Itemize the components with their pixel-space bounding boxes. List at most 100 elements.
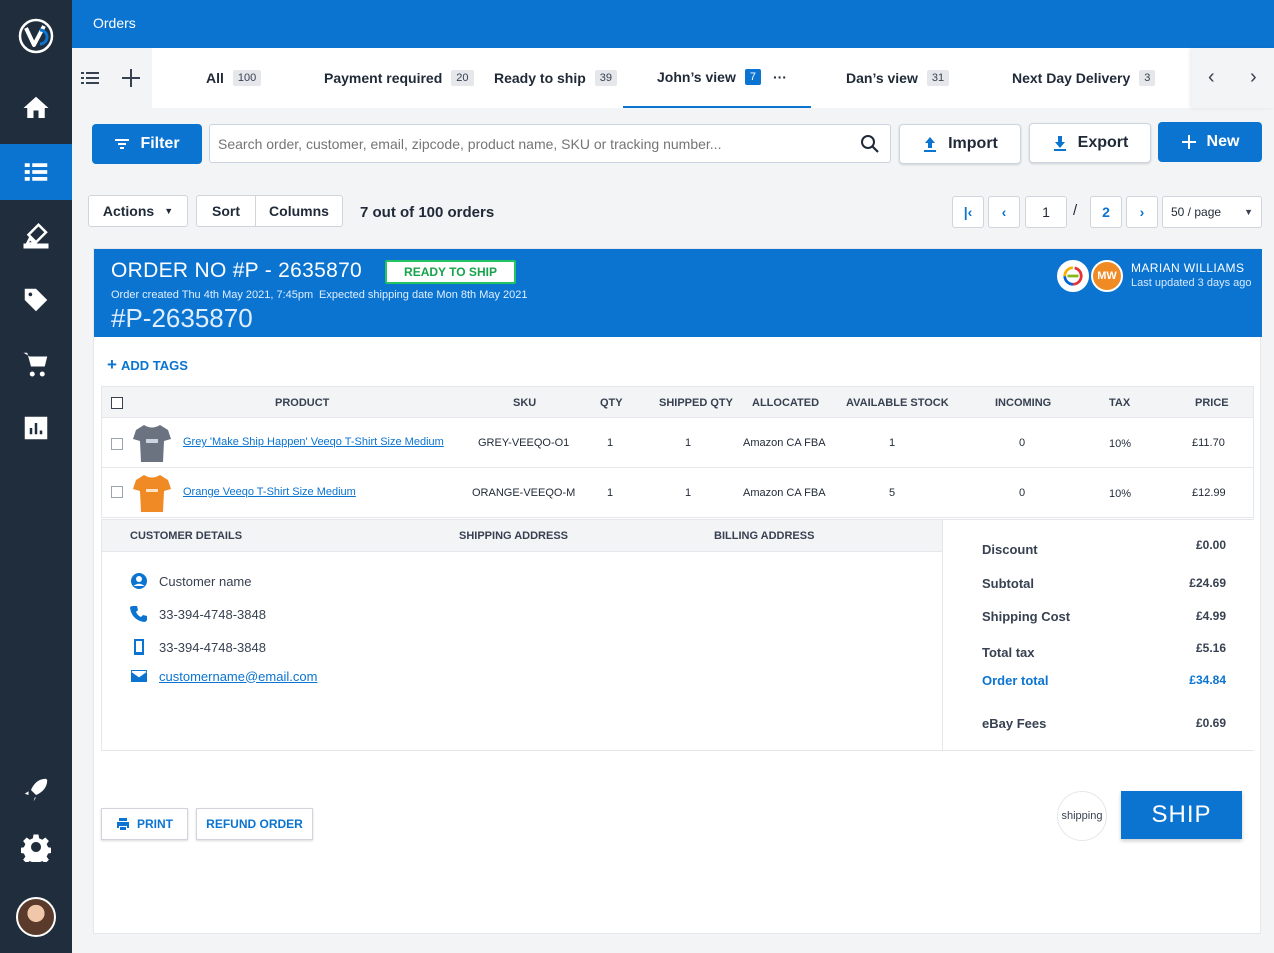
sidebar <box>0 0 72 953</box>
tab-label: Ready to ship <box>494 70 586 86</box>
tab-ready-to-ship[interactable]: Ready to ship 39 <box>494 48 618 108</box>
user-avatar[interactable] <box>16 897 56 937</box>
details-header: CUSTOMER DETAILS SHIPPING ADDRESS BILLIN… <box>102 520 942 552</box>
table-row[interactable]: Orange Veeqo T-Shirt Size Medium ORANGE-… <box>101 468 1254 518</box>
prev-page-button[interactable]: ‹ <box>988 196 1020 228</box>
refund-order-button[interactable]: REFUND ORDER <box>196 808 313 840</box>
plus-icon: + <box>107 355 117 374</box>
add-tags-label: ADD TAGS <box>120 357 188 373</box>
page-total: 2 <box>1102 204 1110 220</box>
cell-sku: ORANGE-VEEQO-M <box>472 487 576 499</box>
columns-button[interactable]: Columns <box>255 195 343 227</box>
search-input[interactable] <box>210 125 830 162</box>
ship-button[interactable]: SHIP <box>1121 791 1242 839</box>
import-button[interactable]: Import <box>899 124 1021 164</box>
cell-incoming: 0 <box>1019 437 1026 449</box>
tab-tools <box>72 48 152 108</box>
cell-tax: 10% <box>1109 438 1132 450</box>
order-card: ORDER NO #P - 2635870 READY TO SHIP Orde… <box>93 248 1262 934</box>
tab-count: 39 <box>594 70 618 86</box>
veeqo-logo[interactable] <box>18 18 54 54</box>
phone-row: 33-394-4748-3848 <box>130 605 266 623</box>
total-label: Total tax <box>982 645 1035 660</box>
cell-allocated: Amazon CA FBA <box>743 437 826 449</box>
add-view-icon[interactable] <box>120 67 142 89</box>
order-created: Order created Thu 4th May 2021, 7:45pm <box>111 289 314 301</box>
select-all-checkbox[interactable] <box>111 397 123 409</box>
sidebar-item-products[interactable] <box>0 272 72 328</box>
customer-details-heading: CUSTOMER DETAILS <box>130 530 243 542</box>
cell-shipped: 1 <box>685 437 692 449</box>
new-label: New <box>1206 133 1240 150</box>
cell-price: £12.99 <box>1192 487 1226 499</box>
customer-name-row: Customer name <box>130 572 251 590</box>
tab-dans-view[interactable]: Dan’s view 31 <box>846 48 950 108</box>
channel-logo <box>1063 266 1083 286</box>
tab-label: Dan’s view <box>846 70 918 86</box>
export-button[interactable]: Export <box>1029 123 1151 163</box>
tab-johns-view[interactable]: John’s view 7 ··· <box>623 48 811 108</box>
page-total-link[interactable]: 2 <box>1090 196 1122 228</box>
product-link[interactable]: Grey 'Make Ship Happen' Veeqo T-Shirt Si… <box>183 436 444 448</box>
tab-payment-required[interactable]: Payment required 20 <box>324 48 474 108</box>
row-checkbox[interactable] <box>111 486 123 498</box>
sort-button[interactable]: Sort <box>196 195 256 227</box>
shipping-carrier-logo[interactable]: shipping <box>1057 791 1107 841</box>
tab-next-day-delivery[interactable]: Next Day Delivery 3 <box>1012 48 1156 108</box>
col-shipped-qty: SHIPPED QTY <box>659 397 733 409</box>
page-input[interactable]: 1 <box>1025 196 1067 228</box>
tab-count: 3 <box>1139 70 1156 86</box>
sidebar-item-reports[interactable] <box>0 400 72 456</box>
total-value: £0.00 <box>1195 538 1226 552</box>
page-current: 1 <box>1042 204 1050 220</box>
sidebar-item-inventory[interactable] <box>0 208 72 264</box>
sidebar-item-purchases[interactable] <box>0 336 72 392</box>
product-link[interactable]: Orange Veeqo T-Shirt Size Medium <box>183 486 356 498</box>
total-value: £0.69 <box>1195 716 1226 730</box>
tab-label: Next Day Delivery <box>1012 70 1131 86</box>
sidebar-item-launch[interactable] <box>0 762 72 818</box>
ship-label: SHIP <box>1151 801 1212 828</box>
list-view-icon[interactable] <box>80 68 100 88</box>
import-label: Import <box>948 135 998 152</box>
cart-icon <box>23 352 48 377</box>
row-checkbox[interactable] <box>111 438 123 450</box>
table-row[interactable]: Grey 'Make Ship Happen' Veeqo T-Shirt Si… <box>101 418 1254 468</box>
print-button[interactable]: PRINT <box>101 808 188 840</box>
customer-phone: 33-394-4748-3848 <box>159 606 266 622</box>
customer-email-link[interactable]: customername@email.com <box>159 669 317 684</box>
sidebar-item-orders[interactable] <box>0 144 72 200</box>
next-page-button[interactable]: › <box>1126 196 1158 228</box>
tab-more-icon[interactable]: ··· <box>773 69 787 85</box>
page-title: Orders <box>93 15 136 31</box>
filter-button[interactable]: Filter <box>92 124 202 164</box>
total-value: £5.16 <box>1195 641 1226 655</box>
product-thumbnail <box>133 425 171 462</box>
assigned-user-name: MARIAN WILLIAMS <box>1131 261 1245 275</box>
new-order-button[interactable]: New <box>1158 122 1262 162</box>
sidebar-item-home[interactable] <box>0 80 72 136</box>
cell-qty: 1 <box>607 437 614 449</box>
cell-tax: 10% <box>1109 488 1132 500</box>
chevron-left-icon[interactable]: ‹ <box>1208 66 1215 89</box>
per-page-select[interactable]: 50 / page ▼ <box>1162 196 1262 228</box>
chevron-right-icon[interactable]: › <box>1250 66 1257 89</box>
caret-down-icon: ▼ <box>164 206 174 216</box>
refund-label: REFUND ORDER <box>206 817 303 831</box>
orders-list-icon <box>24 163 48 181</box>
order-reference: #P-2635870 <box>111 303 253 333</box>
customer-mobile: 33-394-4748-3848 <box>159 639 266 655</box>
col-incoming: INCOMING <box>995 397 1052 409</box>
shipping-address-heading: SHIPPING ADDRESS <box>459 530 569 542</box>
download-icon <box>1053 136 1066 151</box>
cell-shipped: 1 <box>685 487 692 499</box>
first-page-button[interactable]: |‹ <box>952 196 984 228</box>
search-icon[interactable] <box>860 134 880 154</box>
table-header: PRODUCT SKU QTY SHIPPED QTY ALLOCATED AV… <box>101 386 1254 418</box>
columns-label: Columns <box>269 203 329 219</box>
sidebar-item-settings[interactable] <box>0 819 72 875</box>
add-tags-button[interactable]: + ADD TAGS <box>107 355 188 375</box>
tab-all[interactable]: All 100 <box>206 48 262 108</box>
actions-dropdown[interactable]: Actions ▼ <box>88 195 188 227</box>
last-updated: Last updated 3 days ago <box>1131 277 1252 289</box>
